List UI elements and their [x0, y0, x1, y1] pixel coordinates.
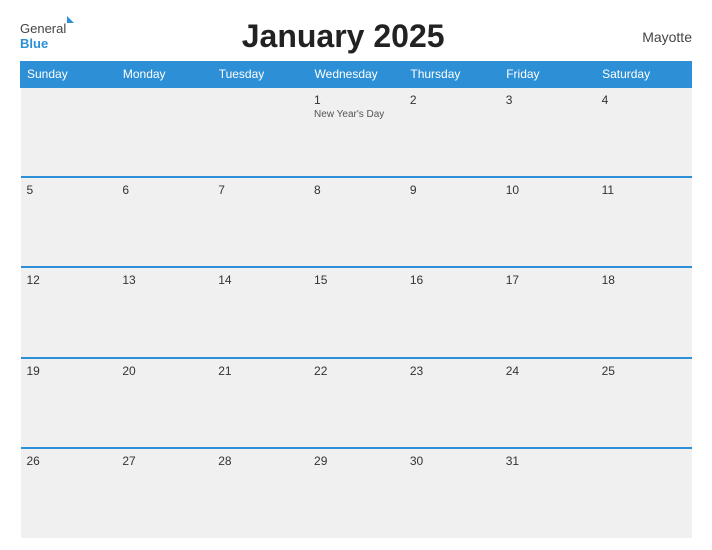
day-number: 6 — [122, 183, 206, 197]
day-number: 16 — [410, 273, 494, 287]
calendar-day-cell: 2 — [404, 87, 500, 177]
day-number: 9 — [410, 183, 494, 197]
calendar-day-cell: 15 — [308, 267, 404, 357]
calendar-day-cell: 26 — [21, 448, 117, 538]
calendar-week-row: 19 20 21 22 23 24 25 — [21, 358, 692, 448]
calendar-title: January 2025 — [74, 18, 612, 55]
day-number: 7 — [218, 183, 302, 197]
day-number: 2 — [410, 93, 494, 107]
calendar-page: General Blue January 2025 Mayotte Sunday… — [0, 0, 712, 550]
calendar-day-cell: 1 New Year's Day — [308, 87, 404, 177]
logo-triangle-icon — [67, 16, 74, 23]
calendar-day-cell: 19 — [21, 358, 117, 448]
calendar-day-cell: 8 — [308, 177, 404, 267]
calendar-day-cell — [596, 448, 692, 538]
weekday-saturday: Saturday — [596, 62, 692, 88]
calendar-week-row: 26 27 28 29 30 31 — [21, 448, 692, 538]
weekday-thursday: Thursday — [404, 62, 500, 88]
day-number: 14 — [218, 273, 302, 287]
day-number: 10 — [506, 183, 590, 197]
day-number: 25 — [602, 364, 686, 378]
calendar-day-cell: 21 — [212, 358, 308, 448]
calendar-day-cell: 23 — [404, 358, 500, 448]
calendar-day-cell: 13 — [116, 267, 212, 357]
calendar-day-cell: 3 — [500, 87, 596, 177]
day-number: 29 — [314, 454, 398, 468]
day-number: 30 — [410, 454, 494, 468]
calendar-week-row: 12 13 14 15 16 17 18 — [21, 267, 692, 357]
day-number: 20 — [122, 364, 206, 378]
day-number: 1 — [314, 93, 398, 107]
day-number: 12 — [27, 273, 111, 287]
day-number: 31 — [506, 454, 590, 468]
calendar-header: General Blue January 2025 Mayotte — [20, 18, 692, 55]
calendar-day-cell: 14 — [212, 267, 308, 357]
calendar-day-cell: 16 — [404, 267, 500, 357]
logo-block: General Blue — [20, 22, 74, 51]
calendar-day-cell — [21, 87, 117, 177]
calendar-day-cell: 24 — [500, 358, 596, 448]
calendar-day-cell: 10 — [500, 177, 596, 267]
weekday-sunday: Sunday — [21, 62, 117, 88]
logo: General Blue — [20, 22, 74, 51]
day-number: 17 — [506, 273, 590, 287]
calendar-day-cell: 31 — [500, 448, 596, 538]
weekday-monday: Monday — [116, 62, 212, 88]
day-event: New Year's Day — [314, 109, 398, 120]
calendar-day-cell: 5 — [21, 177, 117, 267]
calendar-day-cell — [116, 87, 212, 177]
weekday-friday: Friday — [500, 62, 596, 88]
region-label: Mayotte — [612, 29, 692, 45]
calendar-day-cell: 17 — [500, 267, 596, 357]
logo-general-text: General — [20, 22, 66, 36]
calendar-day-cell: 27 — [116, 448, 212, 538]
day-number: 26 — [27, 454, 111, 468]
calendar-week-row: 56789 10 11 — [21, 177, 692, 267]
day-number: 23 — [410, 364, 494, 378]
calendar-day-cell: 4 — [596, 87, 692, 177]
day-number: 21 — [218, 364, 302, 378]
day-number: 27 — [122, 454, 206, 468]
logo-blue-text: Blue — [20, 37, 74, 51]
day-number: 18 — [602, 273, 686, 287]
calendar-day-cell: 18 — [596, 267, 692, 357]
day-number: 19 — [27, 364, 111, 378]
calendar-day-cell: 6 — [116, 177, 212, 267]
calendar-day-cell: 28 — [212, 448, 308, 538]
day-number: 28 — [218, 454, 302, 468]
day-number: 13 — [122, 273, 206, 287]
day-number: 8 — [314, 183, 398, 197]
day-number: 4 — [602, 93, 686, 107]
calendar-day-cell: 11 — [596, 177, 692, 267]
calendar-day-cell: 20 — [116, 358, 212, 448]
calendar-body: 1New Year's Day2345678910111213141516171… — [21, 87, 692, 538]
calendar-day-cell: 22 — [308, 358, 404, 448]
day-number: 22 — [314, 364, 398, 378]
calendar-day-cell: 25 — [596, 358, 692, 448]
day-number: 24 — [506, 364, 590, 378]
day-number: 5 — [27, 183, 111, 197]
weekday-header-row: Sunday Monday Tuesday Wednesday Thursday… — [21, 62, 692, 88]
weekday-wednesday: Wednesday — [308, 62, 404, 88]
day-number: 11 — [602, 183, 686, 197]
calendar-day-cell — [212, 87, 308, 177]
calendar-day-cell: 12 — [21, 267, 117, 357]
day-number: 3 — [506, 93, 590, 107]
calendar-day-cell: 7 — [212, 177, 308, 267]
calendar-day-cell: 29 — [308, 448, 404, 538]
calendar-table: Sunday Monday Tuesday Wednesday Thursday… — [20, 61, 692, 538]
weekday-tuesday: Tuesday — [212, 62, 308, 88]
calendar-day-cell: 9 — [404, 177, 500, 267]
calendar-day-cell: 30 — [404, 448, 500, 538]
day-number: 15 — [314, 273, 398, 287]
calendar-week-row: 1 New Year's Day 234 — [21, 87, 692, 177]
